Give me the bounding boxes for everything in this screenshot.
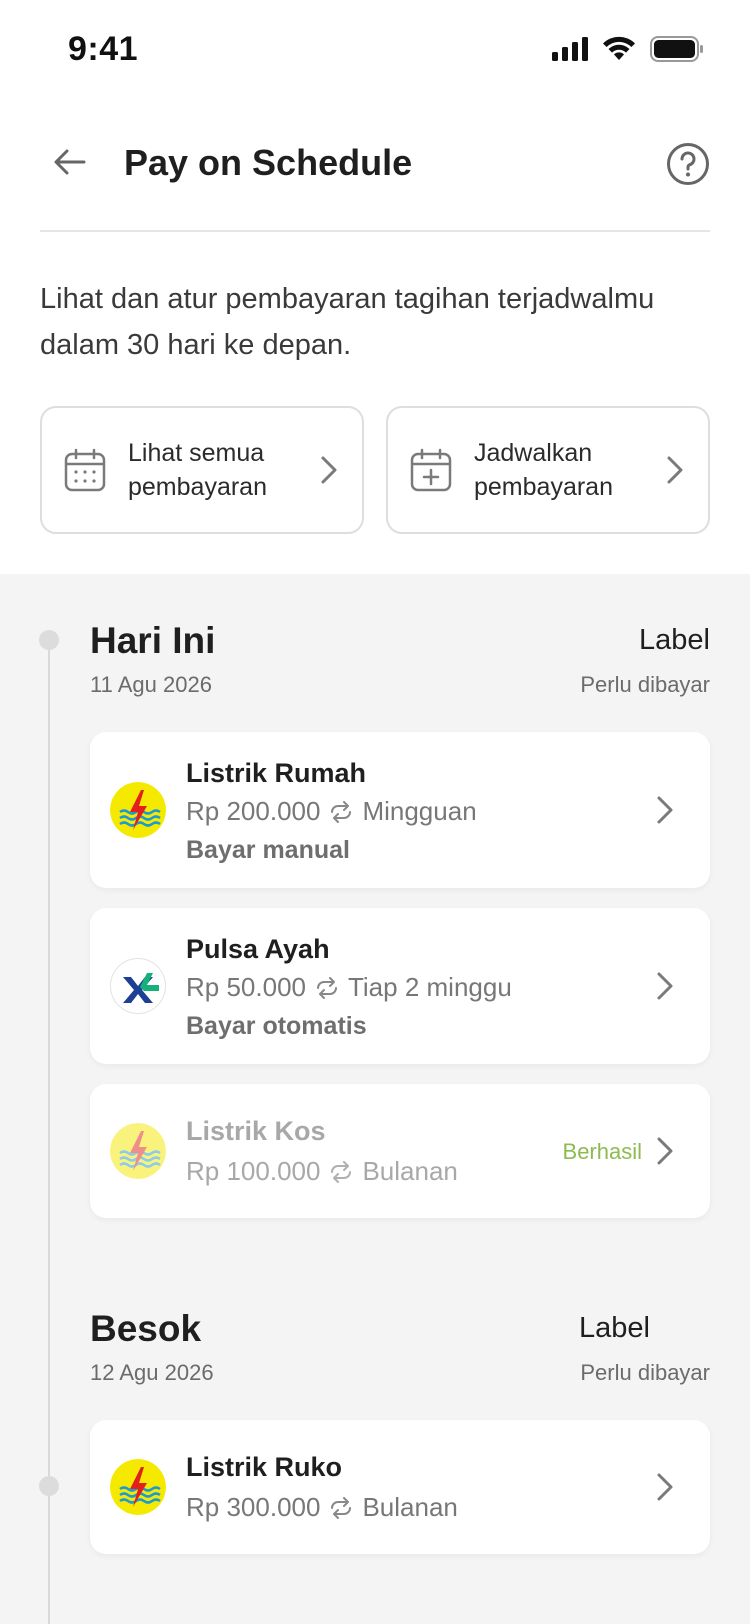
- bill-payment-mode: Bayar manual: [186, 836, 350, 864]
- pln-logo: [110, 782, 166, 838]
- calendar-add-icon: [410, 448, 452, 492]
- bill-status-badge: Berhasil: [562, 1139, 642, 1164]
- schedule-timeline[interactable]: Hari Ini 11 Agu 2026 Label Perlu dibayar…: [0, 574, 750, 1624]
- bill-frequency: Tiap 2 minggu: [347, 972, 512, 1002]
- view-all-payments-label: Lihat semua pembayaran: [128, 439, 267, 501]
- section-status: Perlu dibayar: [580, 672, 710, 697]
- chevron-right-icon: [657, 1473, 673, 1501]
- battery-icon: [650, 36, 703, 62]
- timeline-dot: [39, 1476, 59, 1496]
- bill-card-listrik-rumah[interactable]: Listrik Rumah Rp 200.000 Mingguan Bayar …: [90, 732, 710, 888]
- section-header-tomorrow: Besok 12 Agu 2026 Label Perlu dibayar: [90, 1308, 710, 1398]
- back-button[interactable]: [50, 142, 90, 182]
- status-bar: 9:41: [0, 0, 750, 100]
- bill-card-listrik-ruko[interactable]: Listrik Ruko Rp 300.000 Bulanan: [90, 1420, 710, 1554]
- section-status: Perlu dibayar: [580, 1360, 710, 1385]
- status-time: 9:41: [68, 30, 139, 68]
- bill-payment-mode: Bayar otomatis: [186, 1012, 367, 1040]
- bill-amount: Rp 300.000: [186, 1492, 321, 1522]
- bill-meta: Rp 50.000 Tiap 2 minggu: [186, 972, 512, 1003]
- pln-logo: [110, 1123, 166, 1179]
- chevron-right-icon: [321, 456, 337, 484]
- bill-frequency: Mingguan: [362, 796, 477, 826]
- repeat-icon: [331, 800, 352, 823]
- intro-text: Lihat dan atur pembayaran tagihan terjad…: [40, 283, 655, 361]
- bill-name: Pulsa Ayah: [186, 934, 330, 964]
- section-label: Label: [579, 1312, 650, 1344]
- help-button[interactable]: [666, 142, 710, 186]
- page-title: Pay on Schedule: [124, 142, 413, 183]
- wifi-icon: [603, 36, 635, 60]
- repeat-icon: [331, 1160, 352, 1183]
- bill-meta: Rp 200.000 Mingguan: [186, 796, 477, 827]
- bill-frequency: Bulanan: [362, 1156, 458, 1186]
- section-date: 11 Agu 2026: [90, 672, 212, 697]
- signal-icon: [552, 37, 588, 61]
- repeat-icon: [331, 1496, 352, 1519]
- section-label: Label: [639, 624, 710, 656]
- xl-logo: [110, 958, 166, 1014]
- view-all-payments-button[interactable]: Lihat semua pembayaran: [40, 406, 364, 534]
- chevron-right-icon: [657, 796, 673, 824]
- schedule-payment-label: Jadwalkan pembayaran: [474, 439, 613, 501]
- action-buttons: Lihat semua pembayaran Jadwalkan pembaya…: [40, 406, 710, 534]
- bill-meta: Rp 300.000 Bulanan: [186, 1492, 458, 1523]
- help-icon: [667, 143, 709, 185]
- chevron-right-icon: [667, 456, 683, 484]
- chevron-right-icon: [657, 1137, 673, 1165]
- pln-logo: [110, 1459, 166, 1515]
- bill-name: Listrik Kos: [186, 1116, 326, 1146]
- section-title: Hari Ini: [90, 620, 216, 661]
- bill-frequency: Bulanan: [362, 1492, 458, 1522]
- chevron-right-icon: [657, 972, 673, 1000]
- bill-amount: Rp 50.000: [186, 972, 306, 1002]
- bill-name: Listrik Ruko: [186, 1452, 343, 1482]
- bill-amount: Rp 200.000: [186, 796, 321, 826]
- schedule-payment-button[interactable]: Jadwalkan pembayaran: [386, 406, 710, 534]
- section-date: 12 Agu 2026: [90, 1360, 214, 1385]
- calendar-icon: [64, 448, 106, 492]
- section-header-today: Hari Ini 11 Agu 2026 Label Perlu dibayar: [90, 620, 710, 710]
- timeline-dot: [39, 630, 59, 650]
- status-icons: [552, 36, 704, 62]
- bill-name: Listrik Rumah: [186, 758, 367, 788]
- section-title: Besok: [90, 1308, 202, 1349]
- header: Pay on Schedule: [40, 120, 710, 232]
- repeat-icon: [316, 976, 337, 999]
- bill-meta: Rp 100.000 Bulanan: [186, 1156, 458, 1187]
- bill-card-pulsa-ayah[interactable]: Pulsa Ayah Rp 50.000 Tiap 2 minggu Bayar…: [90, 908, 710, 1064]
- arrow-left-icon: [54, 149, 86, 175]
- bill-card-listrik-kos[interactable]: Listrik Kos Rp 100.000 Bulanan Berhasil: [90, 1084, 710, 1218]
- bill-amount: Rp 100.000: [186, 1156, 321, 1186]
